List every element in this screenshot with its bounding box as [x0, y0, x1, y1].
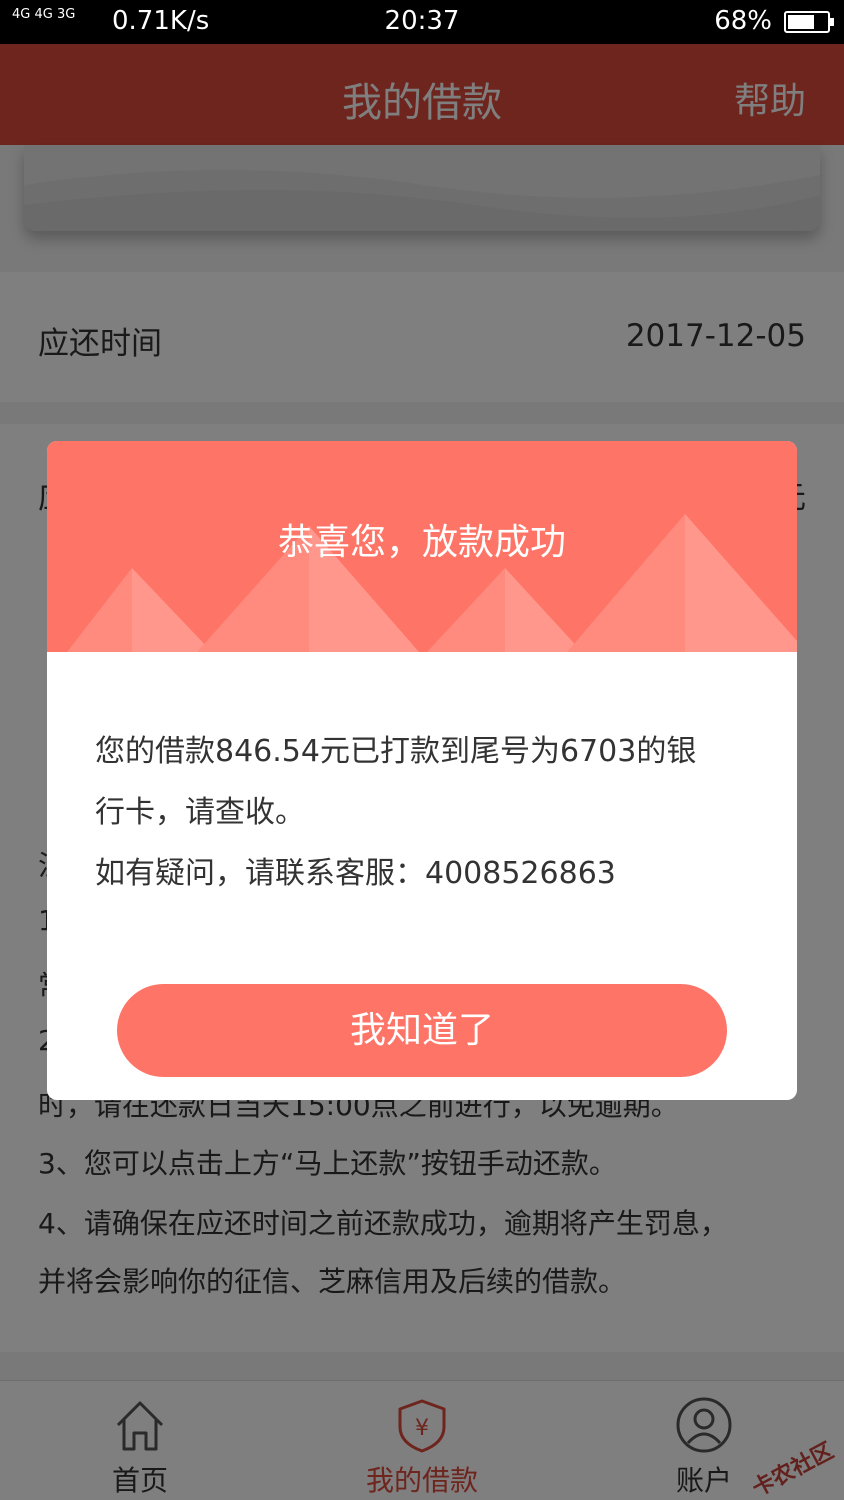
dialog-message-line: 您的借款846.54元已打款到尾号为6703的银	[95, 734, 697, 769]
dialog-header: 恭喜您，放款成功	[47, 441, 797, 652]
dialog-message-line: 如有疑问，请联系客服：4008526863	[95, 856, 616, 891]
battery-icon	[784, 11, 834, 33]
status-bar: 4G 4G 3G 0.71K/s 20:37 68%	[0, 0, 844, 44]
success-dialog: 恭喜您，放款成功 您的借款846.54元已打款到尾号为6703的银 行卡，请查收…	[47, 441, 797, 1100]
battery-level	[788, 15, 814, 29]
dialog-message: 您的借款846.54元已打款到尾号为6703的银 行卡，请查收。 如有疑问，请联…	[95, 721, 755, 904]
battery-percent: 68%	[714, 6, 772, 36]
dialog-title: 恭喜您，放款成功	[277, 522, 566, 563]
dialog-message-line: 行卡，请查收。	[95, 795, 305, 830]
ok-button[interactable]: 我知道了	[117, 984, 727, 1077]
